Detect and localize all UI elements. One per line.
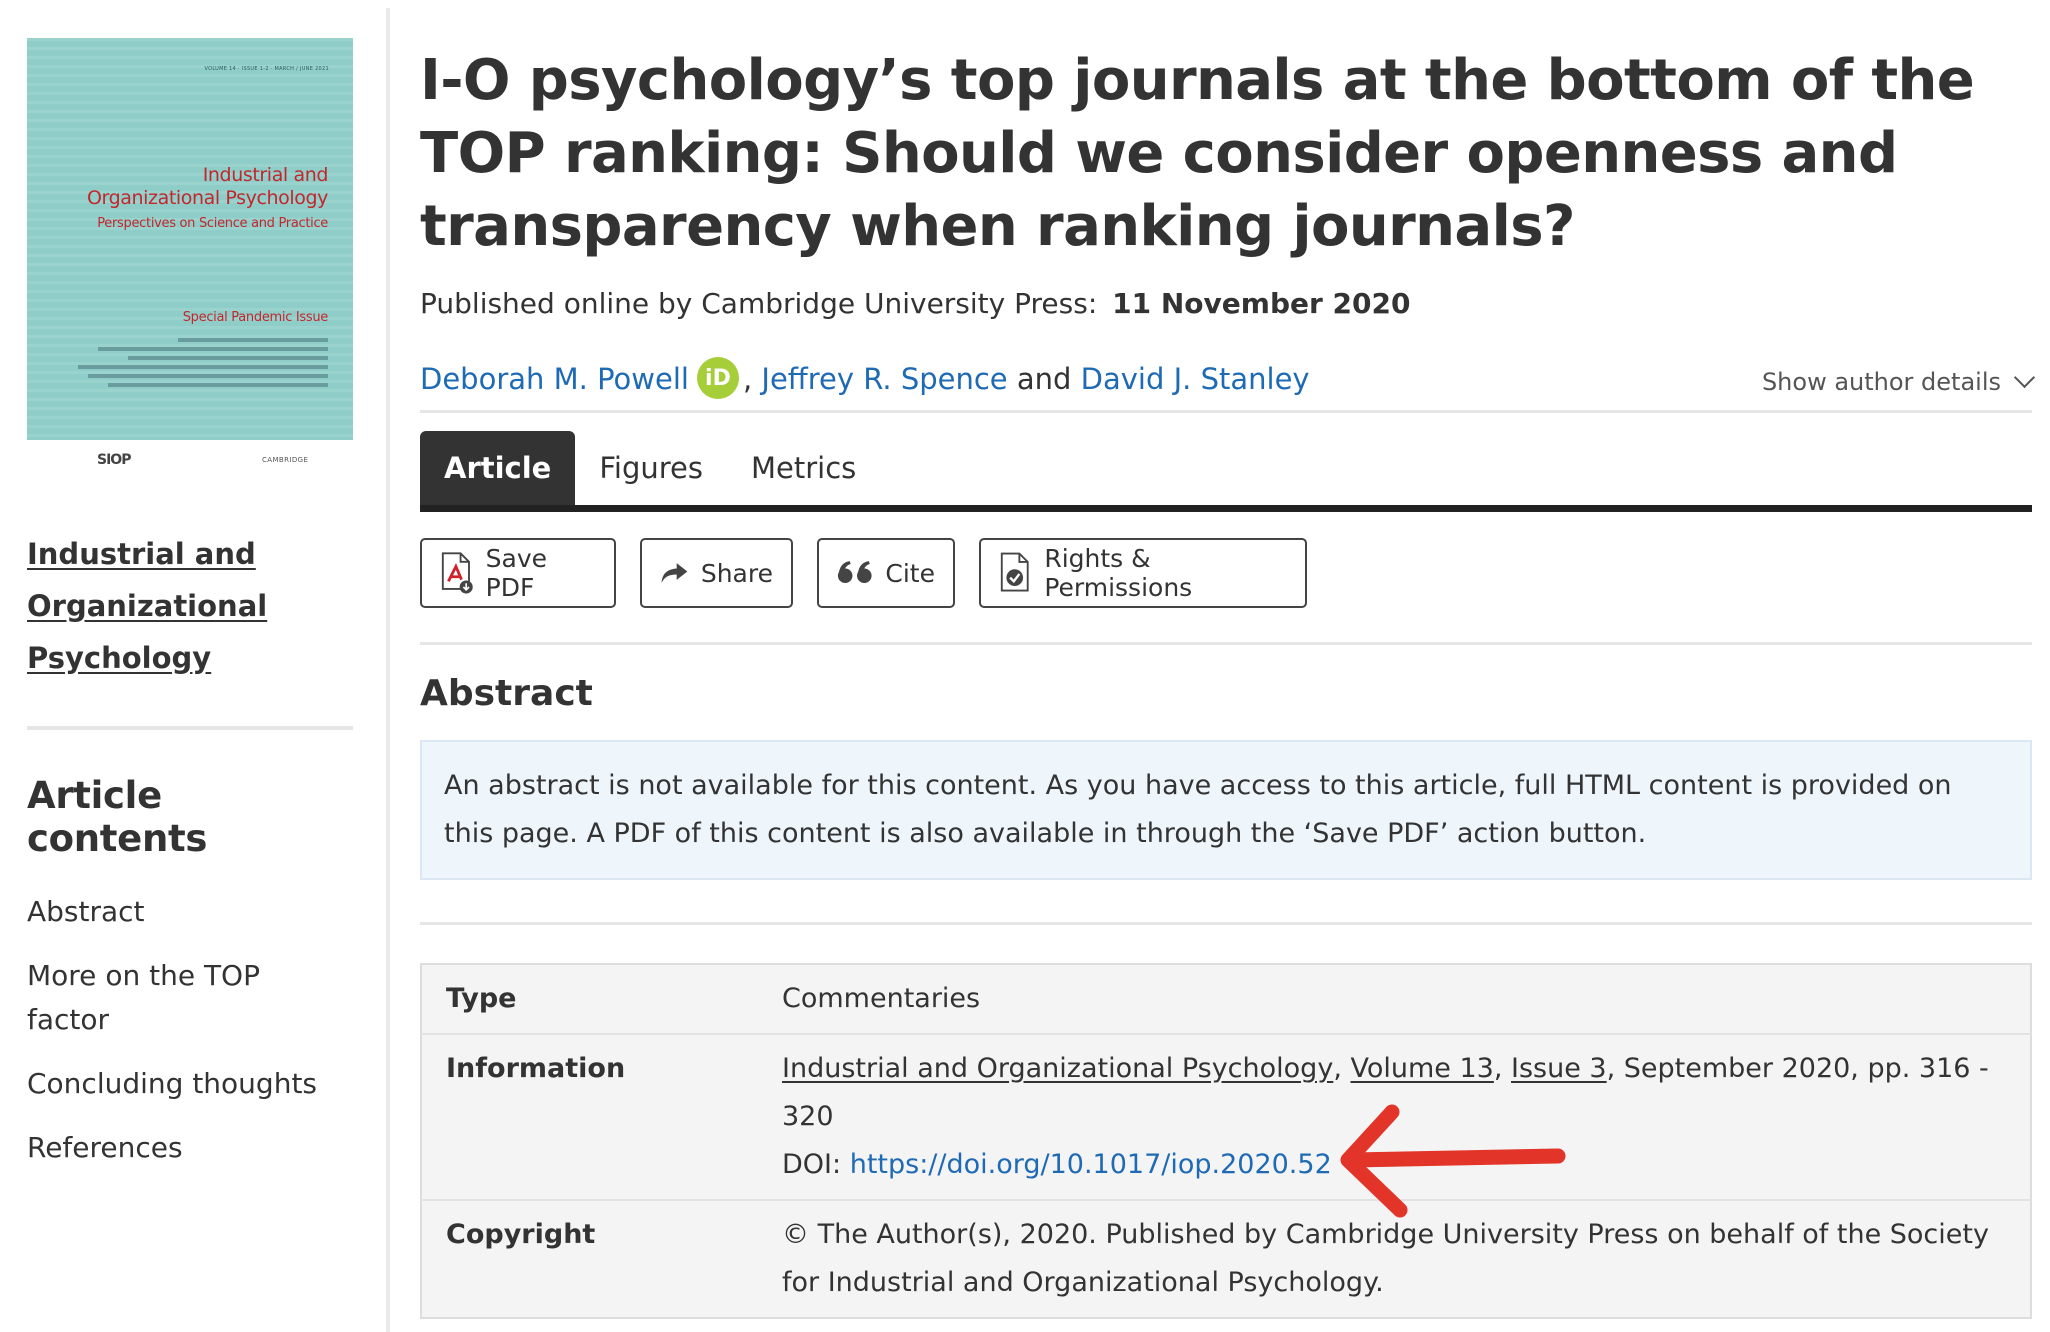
show-author-details-label: Show author details bbox=[1761, 368, 2001, 396]
published-line: Published online by Cambridge University… bbox=[420, 287, 2032, 320]
share-arrow-icon bbox=[661, 563, 688, 583]
cover-volume-line: VOLUME 14 · ISSUE 1-2 · MARCH / JUNE 202… bbox=[204, 66, 329, 72]
tab-article[interactable]: Article bbox=[420, 431, 576, 505]
doi-label: DOI: bbox=[782, 1149, 842, 1180]
main-content: I-O psychology’s top journals at the bot… bbox=[420, 0, 2036, 1319]
authors-row: Deborah M. Powell iD, Jeffrey R. Spence a… bbox=[420, 357, 2036, 410]
meta-divider bbox=[420, 922, 2032, 925]
copyright-value: © The Author(s), 2020. Published by Camb… bbox=[782, 1199, 2031, 1318]
information-label: Information bbox=[421, 1033, 782, 1200]
abstract-notice: An abstract is not available for this co… bbox=[420, 740, 2032, 880]
contents-item-concluding[interactable]: Concluding thoughts bbox=[27, 1062, 327, 1106]
save-pdf-button[interactable]: Save PDF bbox=[420, 538, 616, 608]
actions-divider bbox=[420, 642, 2032, 645]
cover-fine-print bbox=[78, 338, 328, 392]
issue-link[interactable]: Issue 3 bbox=[1511, 1053, 1607, 1084]
tab-metrics[interactable]: Metrics bbox=[727, 431, 880, 505]
author-separator-and: and bbox=[1016, 362, 1072, 396]
volume-link[interactable]: Volume 13 bbox=[1350, 1053, 1493, 1084]
chevron-down-icon bbox=[2013, 366, 2036, 389]
published-date: 11 November 2020 bbox=[1112, 287, 1411, 320]
journal-title-link[interactable]: Industrial and Organizational Psychology bbox=[27, 528, 307, 684]
rights-permissions-button[interactable]: Rights & Permissions bbox=[979, 538, 1307, 608]
author-link-spence[interactable]: Jeffrey R. Spence bbox=[761, 362, 1007, 396]
tab-figures[interactable]: Figures bbox=[575, 431, 727, 505]
cambridge-logo: CAMBRIDGE bbox=[262, 456, 309, 464]
share-button[interactable]: Share bbox=[640, 538, 793, 608]
share-label: Share bbox=[700, 558, 773, 588]
metadata-row-copyright: Copyright © The Author(s), 2020. Publish… bbox=[421, 1199, 2031, 1318]
cite-label: Cite bbox=[885, 558, 935, 588]
cover-subtitle: Perspectives on Science and Practice bbox=[97, 216, 328, 231]
sidebar-separator bbox=[386, 8, 390, 1332]
cover-special-issue: Special Pandemic Issue bbox=[182, 310, 329, 325]
article-tabs: Article Figures Metrics bbox=[420, 431, 2032, 512]
author-separator-comma: , bbox=[742, 362, 753, 396]
cover-title: Industrial and Organizational Psychology bbox=[28, 164, 328, 210]
sidebar: VOLUME 14 · ISSUE 1-2 · MARCH / JUNE 202… bbox=[27, 38, 353, 1190]
article-actions: Save PDF Share Cite Rights & Permissions bbox=[420, 538, 2032, 608]
document-check-icon bbox=[1000, 552, 1029, 592]
copyright-label: Copyright bbox=[421, 1199, 782, 1318]
metadata-row-type: Type Commentaries bbox=[421, 964, 2031, 1034]
doi-link[interactable]: https://doi.org/10.1017/iop.2020.52 bbox=[850, 1149, 1332, 1180]
article-title: I-O psychology’s top journals at the bot… bbox=[420, 48, 1975, 259]
header-divider bbox=[420, 410, 2032, 413]
article-contents-list: Abstract More on the TOP factor Concludi… bbox=[27, 890, 353, 1170]
article-contents-heading: Article contents bbox=[27, 774, 208, 860]
abstract-heading: Abstract bbox=[420, 673, 593, 714]
rights-permissions-label: Rights & Permissions bbox=[1044, 544, 1193, 602]
contents-item-references[interactable]: References bbox=[27, 1126, 327, 1170]
author-link-stanley[interactable]: David J. Stanley bbox=[1081, 362, 1310, 396]
quote-icon bbox=[837, 561, 872, 584]
journal-cover-image[interactable]: VOLUME 14 · ISSUE 1-2 · MARCH / JUNE 202… bbox=[27, 38, 353, 440]
author-link-powell[interactable]: Deborah M. Powell bbox=[420, 362, 689, 396]
information-value: Industrial and Organizational Psychology… bbox=[782, 1033, 2031, 1200]
type-value: Commentaries bbox=[782, 983, 981, 1014]
save-pdf-label: Save PDF bbox=[485, 544, 548, 602]
metadata-row-information: Information Industrial and Organizationa… bbox=[421, 1033, 2031, 1200]
type-label: Type bbox=[446, 983, 517, 1014]
siop-logo: SIOP bbox=[97, 452, 131, 468]
cover-title-line1: Industrial and bbox=[202, 164, 329, 186]
contents-item-abstract[interactable]: Abstract bbox=[27, 890, 327, 934]
orcid-icon[interactable]: iD bbox=[696, 357, 739, 399]
published-label: Published online by Cambridge University… bbox=[420, 287, 1098, 320]
publisher-logos: SIOP CAMBRIDGE bbox=[27, 440, 353, 480]
article-metadata-table: Type Commentaries Information Industrial… bbox=[420, 963, 2032, 1319]
show-author-details-toggle[interactable]: Show author details bbox=[1761, 366, 2036, 396]
contents-item-top-factor[interactable]: More on the TOP factor bbox=[27, 954, 327, 1042]
cite-button[interactable]: Cite bbox=[817, 538, 955, 608]
sidebar-divider bbox=[27, 726, 353, 730]
pdf-download-icon bbox=[441, 552, 473, 594]
cover-title-line2: Organizational Psychology bbox=[86, 187, 328, 209]
journal-link[interactable]: Industrial and Organizational Psychology bbox=[782, 1053, 1333, 1084]
